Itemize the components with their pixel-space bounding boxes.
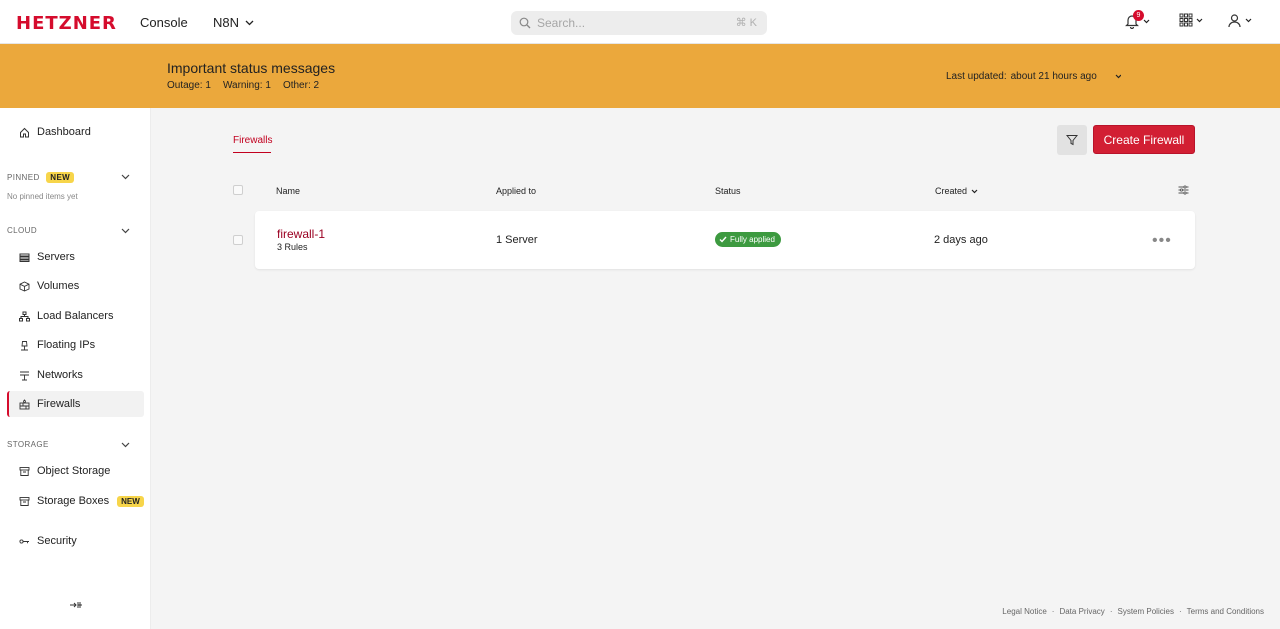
search-shortcut: ⌘ K <box>735 17 757 29</box>
column-header-name: Name <box>276 186 301 196</box>
footer-link-legal[interactable]: Legal Notice <box>1002 607 1046 616</box>
console-label: Console <box>140 15 188 30</box>
filter-icon <box>1066 135 1078 146</box>
collapse-sidebar-icon[interactable] <box>69 600 83 610</box>
search-input[interactable] <box>537 16 727 30</box>
chevron-down-icon <box>245 20 254 25</box>
sidebar-item-floating-ips[interactable]: Floating IPs <box>7 332 144 358</box>
create-firewall-button[interactable]: Create Firewall <box>1093 125 1195 154</box>
tab-underline <box>233 152 271 153</box>
home-icon <box>20 127 29 137</box>
sidebar-item-security[interactable]: Security <box>7 528 144 554</box>
firewall-rules-count: 3 Rules <box>277 242 308 252</box>
key-icon <box>19 538 29 544</box>
sidebar-item-firewalls[interactable]: Firewalls <box>7 391 144 417</box>
network-icon <box>20 371 29 380</box>
firewall-created: 2 days ago <box>934 234 988 246</box>
floating-ip-icon <box>21 340 28 350</box>
sidebar-item-dashboard[interactable]: Dashboard <box>7 119 144 145</box>
chevron-down-icon[interactable] <box>121 228 130 234</box>
check-icon <box>719 236 727 243</box>
load-balancer-icon <box>19 311 30 321</box>
new-tag: NEW <box>117 495 144 507</box>
sidebar-item-networks[interactable]: Networks <box>7 362 144 388</box>
status-counts: Outage: 1 Warning: 1 Other: 2 <box>167 80 319 91</box>
search-icon <box>519 17 531 29</box>
new-tag: NEW <box>46 172 75 183</box>
notifications-button[interactable]: 9 <box>1124 10 1150 29</box>
firewall-applied-to: 1 Server <box>496 234 538 246</box>
chevron-down-icon <box>1196 18 1203 22</box>
section-pinned-label: PINNED NEW <box>7 172 75 183</box>
sidebar-item-load-balancers[interactable]: Load Balancers <box>7 303 144 329</box>
other-count: Other: 2 <box>282 80 320 91</box>
status-banner-title: Important status messages <box>167 60 336 76</box>
notification-badge: 9 <box>1133 10 1144 21</box>
chevron-down-icon <box>1115 74 1121 78</box>
sort-chevron-icon <box>971 189 978 193</box>
firewall-icon <box>19 398 30 409</box>
column-header-status: Status <box>715 186 741 196</box>
select-all-checkbox[interactable] <box>233 185 243 195</box>
sidebar-item-servers[interactable]: Servers <box>7 244 144 270</box>
chevron-down-icon <box>1245 18 1252 23</box>
footer-link-privacy[interactable]: Data Privacy <box>1059 607 1104 616</box>
project-name: N8N <box>213 15 240 30</box>
status-banner: Important status messages Outage: 1 Warn… <box>0 44 1280 108</box>
chevron-down-icon[interactable] <box>121 174 130 180</box>
pinned-empty-text: No pinned items yet <box>7 192 78 201</box>
search-bar[interactable]: ⌘ K <box>511 11 767 35</box>
warning-count: Warning: 1 <box>222 80 271 91</box>
hetzner-logo[interactable]: HETZNER <box>16 13 117 34</box>
section-storage-label: STORAGE <box>7 440 49 449</box>
status-badge: Fully applied <box>715 232 781 247</box>
grid-icon <box>1179 13 1193 27</box>
box-icon <box>19 496 30 506</box>
cube-icon <box>19 280 30 291</box>
sidebar-item-object-storage[interactable]: Object Storage <box>7 458 144 484</box>
row-checkbox[interactable] <box>233 235 243 245</box>
column-header-created[interactable]: Created <box>935 186 978 196</box>
apps-menu-button[interactable] <box>1179 13 1203 27</box>
top-bar: HETZNER Console N8N ⌘ K 9 <box>0 0 1280 44</box>
footer: Legal Notice · Data Privacy · System Pol… <box>1002 607 1264 616</box>
server-icon <box>19 253 30 262</box>
outage-count: Outage: 1 <box>167 80 211 91</box>
archive-icon <box>19 466 30 476</box>
sidebar-item-volumes[interactable]: Volumes <box>7 273 144 299</box>
chevron-down-icon <box>1143 19 1150 23</box>
user-menu-button[interactable] <box>1227 13 1252 28</box>
sidebar-item-storage-boxes[interactable]: Storage Boxes NEW <box>7 488 144 514</box>
sidebar: Dashboard PINNED NEW No pinned items yet… <box>0 108 151 629</box>
footer-link-terms[interactable]: Terms and Conditions <box>1187 607 1264 616</box>
project-switcher[interactable]: N8N <box>213 15 254 30</box>
filter-button[interactable] <box>1057 125 1087 155</box>
user-icon <box>1228 14 1241 28</box>
last-updated[interactable]: Last updated: about 21 hours ago <box>946 71 1121 82</box>
column-header-applied-to: Applied to <box>496 186 537 196</box>
tab-firewalls[interactable]: Firewalls <box>233 135 272 146</box>
row-actions-button[interactable]: ••• <box>1152 232 1172 250</box>
chevron-down-icon[interactable] <box>121 442 130 448</box>
column-settings-icon[interactable] <box>1178 185 1189 195</box>
footer-link-policies[interactable]: System Policies <box>1117 607 1173 616</box>
firewall-name-link[interactable]: firewall-1 <box>277 227 325 241</box>
section-cloud-label: CLOUD <box>7 226 38 235</box>
